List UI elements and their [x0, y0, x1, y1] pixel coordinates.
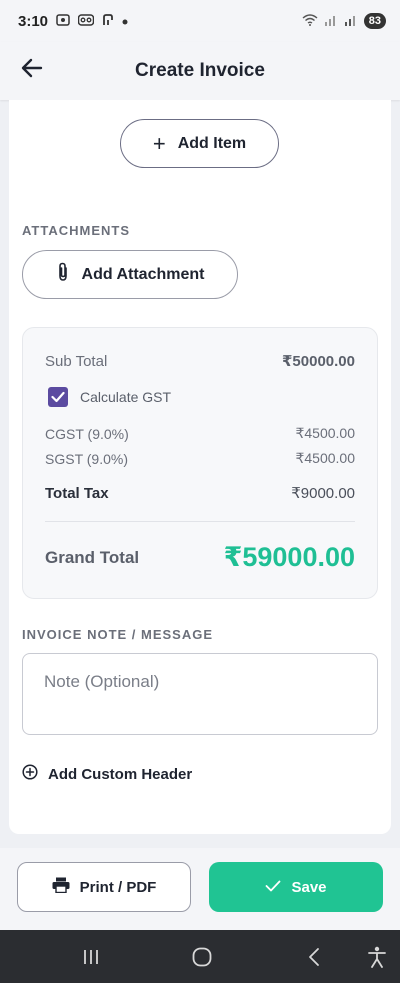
home-button[interactable] [189, 944, 215, 970]
invoice-summary: Sub Total ₹50000.00 Calculate GST CGST (… [22, 327, 378, 599]
status-bar: 3:10 83 [0, 0, 400, 42]
grand-total-label: Grand Total [45, 547, 140, 567]
battery-icon: 83 [363, 13, 386, 29]
save-label: Save [291, 878, 327, 896]
add-attachment-label: Add Attachment [81, 265, 205, 283]
invoice-form-card: + Add Item ATTACHMENTS Add Attachment Su… [9, 100, 391, 834]
grand-total-row: Grand Total ₹59000.00 [45, 542, 355, 573]
system-nav-bar [0, 930, 400, 983]
add-custom-header-label: Add Custom Header [48, 765, 193, 783]
nfc-icon [102, 13, 114, 29]
accessibility-icon [368, 946, 386, 968]
home-icon [192, 947, 212, 967]
sub-total-label: Sub Total [45, 352, 108, 370]
note-input[interactable] [22, 653, 378, 735]
grand-total-value: ₹59000.00 [223, 542, 355, 572]
cgst-value: ₹4500.00 [295, 425, 355, 441]
add-item-label: Add Item [177, 134, 247, 152]
print-pdf-label: Print / PDF [79, 878, 157, 896]
recents-icon [84, 950, 98, 964]
calculate-gst-toggle[interactable]: Calculate GST [48, 387, 171, 407]
signal-icon [324, 13, 338, 30]
voicemail-icon [77, 13, 95, 29]
cgst-label: CGST (9.0%) [45, 425, 129, 442]
accessibility-button[interactable] [364, 944, 390, 970]
status-time: 3:10 [18, 12, 49, 30]
check-icon [51, 391, 65, 403]
printer-icon [52, 877, 70, 897]
sgst-label: SGST (9.0%) [45, 450, 128, 467]
attachments-section-label: ATTACHMENTS [22, 223, 131, 238]
sub-total-value: ₹50000.00 [281, 353, 355, 370]
add-attachment-button[interactable]: Add Attachment [22, 250, 238, 299]
check-icon [265, 879, 281, 896]
sgst-row: SGST (9.0%) ₹4500.00 [45, 450, 355, 467]
app-bar: Create Invoice [0, 42, 400, 100]
status-right: 83 [302, 13, 386, 30]
paperclip-icon [56, 262, 70, 287]
sub-total-row: Sub Total ₹50000.00 [45, 352, 355, 371]
cgst-row: CGST (9.0%) ₹4500.00 [45, 425, 355, 442]
total-tax-value: ₹9000.00 [291, 485, 355, 502]
add-custom-header-button[interactable]: Add Custom Header [22, 764, 192, 784]
chevron-left-icon [309, 948, 319, 966]
sgst-value: ₹4500.00 [295, 450, 355, 466]
recent-apps-button[interactable] [78, 944, 104, 970]
calculate-gst-label: Calculate GST [80, 389, 172, 405]
add-item-button[interactable]: + Add Item [120, 119, 279, 168]
wifi-icon [302, 13, 318, 30]
print-pdf-button[interactable]: Print / PDF [17, 862, 191, 912]
summary-divider [45, 521, 355, 522]
save-button[interactable]: Save [209, 862, 383, 912]
screenshot-icon [56, 13, 70, 29]
total-tax-row: Total Tax ₹9000.00 [45, 484, 355, 503]
plus-circle-icon [22, 764, 38, 784]
page-title: Create Invoice [135, 60, 265, 81]
signal-icon [344, 13, 358, 30]
status-left: 3:10 [18, 13, 128, 30]
dot-icon [122, 14, 128, 28]
total-tax-label: Total Tax [45, 484, 109, 502]
back-nav-button[interactable] [301, 944, 327, 970]
gst-checkbox[interactable] [48, 387, 68, 407]
invoice-note-section-label: INVOICE NOTE / MESSAGE [22, 627, 214, 642]
back-button[interactable] [18, 56, 46, 84]
bottom-action-bar: Print / PDF Save [0, 848, 400, 930]
plus-icon: + [152, 130, 166, 156]
arrow-left-icon [21, 57, 43, 84]
